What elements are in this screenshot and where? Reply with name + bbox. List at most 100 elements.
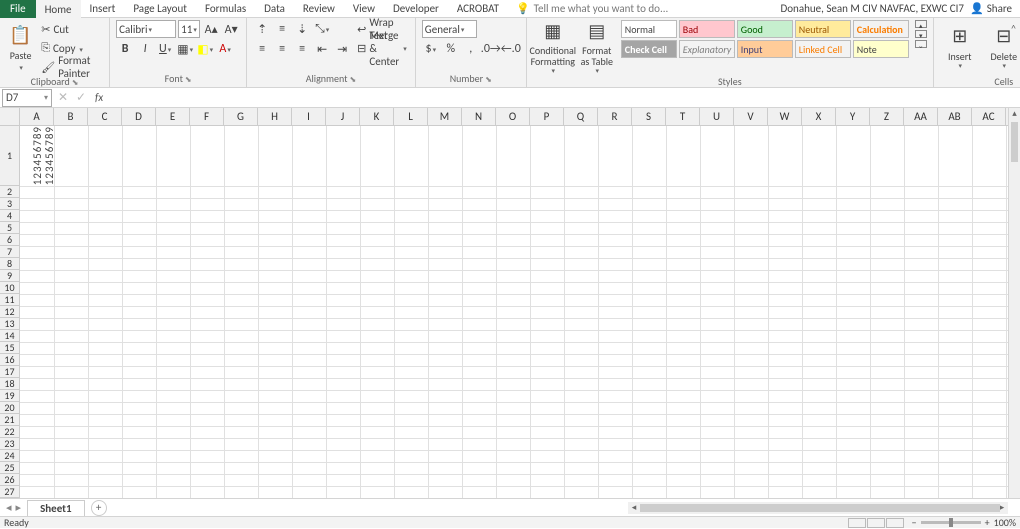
horizontal-scrollbar[interactable]: ◂ ▸ [628,502,1008,514]
cancel-formula-button[interactable]: ✕ [54,89,72,107]
column-header-O[interactable]: O [496,108,530,126]
column-header-U[interactable]: U [700,108,734,126]
borders-button[interactable]: ▦ [176,40,194,58]
column-header-B[interactable]: B [54,108,88,126]
format-painter-button[interactable]: 🖌Format Painter [39,58,103,76]
styles-more[interactable]: ⌄ [915,40,927,48]
column-header-V[interactable]: V [734,108,768,126]
tab-review[interactable]: Review [294,0,344,18]
font-name-combo[interactable]: Calibri [116,20,176,38]
sheet-tab-1[interactable]: Sheet1 [27,500,85,516]
styles-scroll-down[interactable]: ▾ [915,30,927,38]
column-header-S[interactable]: S [632,108,666,126]
share-button[interactable]: 👤Share [970,2,1012,15]
paste-button[interactable]: 📋 Paste [6,20,35,75]
percent-button[interactable]: % [442,40,460,58]
sheet-nav-next[interactable]: ▸ [16,501,22,514]
alignment-launcher[interactable]: ⬊ [350,75,357,85]
column-header-L[interactable]: L [394,108,428,126]
clipboard-launcher[interactable]: ⬊ [72,78,79,88]
increase-font-button[interactable]: A▴ [202,20,220,38]
fill-color-button[interactable]: ◧ [196,40,214,58]
column-header-E[interactable]: E [156,108,190,126]
column-header-Z[interactable]: Z [870,108,904,126]
normal-view-button[interactable] [848,518,866,528]
decrease-indent-button[interactable]: ⇤ [313,40,331,58]
italic-button[interactable]: I [136,40,154,58]
align-right-button[interactable]: ≡ [293,40,311,58]
insert-cells-button[interactable]: ⊞Insert [940,20,980,75]
accounting-format-button[interactable]: $ [422,40,440,58]
cell-style-neutral[interactable]: Neutral [795,20,851,38]
align-top-button[interactable]: ⇡ [253,20,271,38]
column-header-M[interactable]: M [428,108,462,126]
column-header-AB[interactable]: AB [938,108,972,126]
tab-formulas[interactable]: Formulas [196,0,255,18]
column-header-C[interactable]: C [88,108,122,126]
column-header-AC[interactable]: AC [972,108,1006,126]
column-header-N[interactable]: N [462,108,496,126]
column-header-H[interactable]: H [258,108,292,126]
vertical-scrollbar[interactable]: ▴ ▾ [1008,108,1020,510]
format-as-table-button[interactable]: ▤Format as Table [577,20,617,75]
font-launcher[interactable]: ⬊ [185,75,192,85]
orientation-button[interactable]: ⤡ [313,20,331,38]
hscroll-thumb[interactable] [640,504,1000,512]
zoom-in-button[interactable]: + [985,516,990,529]
column-header-Q[interactable]: Q [564,108,598,126]
scroll-up-button[interactable]: ▴ [1009,108,1020,120]
fx-button[interactable]: fx [90,91,108,104]
styles-scroll-up[interactable]: ▴ [915,20,927,28]
number-format-combo[interactable]: General [422,20,477,38]
column-header-J[interactable]: J [326,108,360,126]
column-header-D[interactable]: D [122,108,156,126]
select-all-button[interactable] [0,108,20,126]
cell-style-explanatory[interactable]: Explanatory ... [679,40,735,58]
row-header-1[interactable]: 1 [0,126,19,186]
page-break-view-button[interactable] [886,518,904,528]
column-header-F[interactable]: F [190,108,224,126]
increase-indent-button[interactable]: ⇥ [333,40,351,58]
conditional-formatting-button[interactable]: ▦Conditional Formatting [533,20,573,75]
cell-style-check[interactable]: Check Cell [621,40,677,58]
cell-style-input[interactable]: Input [737,40,793,58]
align-left-button[interactable]: ≡ [253,40,271,58]
cell-style-normal[interactable]: Normal [621,20,677,38]
column-header-X[interactable]: X [802,108,836,126]
column-header-I[interactable]: I [292,108,326,126]
cell-style-bad[interactable]: Bad [679,20,735,38]
decrease-font-button[interactable]: A▾ [222,20,240,38]
tab-insert[interactable]: Insert [81,0,125,18]
underline-button[interactable]: U [156,40,174,58]
cell-style-good[interactable]: Good [737,20,793,38]
zoom-slider[interactable] [921,521,981,524]
column-header-A[interactable]: A [20,108,54,126]
sheet-nav-prev[interactable]: ◂ [6,501,12,514]
increase-decimal-button[interactable]: .0→ [482,40,500,58]
column-header-Y[interactable]: Y [836,108,870,126]
name-box[interactable]: D7▾ [2,89,52,107]
bold-button[interactable]: B [116,40,134,58]
tab-home[interactable]: Home [36,0,81,19]
font-size-combo[interactable]: 11 [178,20,200,38]
collapse-ribbon-button[interactable]: ^ [1011,22,1016,35]
enter-formula-button[interactable]: ✓ [72,89,90,107]
formula-input[interactable] [108,89,1020,107]
column-header-T[interactable]: T [666,108,700,126]
align-center-button[interactable]: ≡ [273,40,291,58]
page-layout-view-button[interactable] [867,518,885,528]
scroll-left-button[interactable]: ◂ [628,502,640,513]
column-header-G[interactable]: G [224,108,258,126]
number-launcher[interactable]: ⬊ [485,75,492,85]
align-bottom-button[interactable]: ⇣ [293,20,311,38]
comma-button[interactable]: , [462,40,480,58]
zoom-level[interactable]: 100% [994,516,1016,529]
tab-data[interactable]: Data [255,0,294,18]
cell-b1[interactable]: 123456789 [32,126,66,186]
column-header-W[interactable]: W [768,108,802,126]
font-color-button[interactable]: A [216,40,234,58]
merge-center-button[interactable]: ⊟Merge & Center [355,39,409,57]
column-header-AA[interactable]: AA [904,108,938,126]
zoom-out-button[interactable]: − [912,516,917,529]
tab-file[interactable]: File [0,0,36,18]
